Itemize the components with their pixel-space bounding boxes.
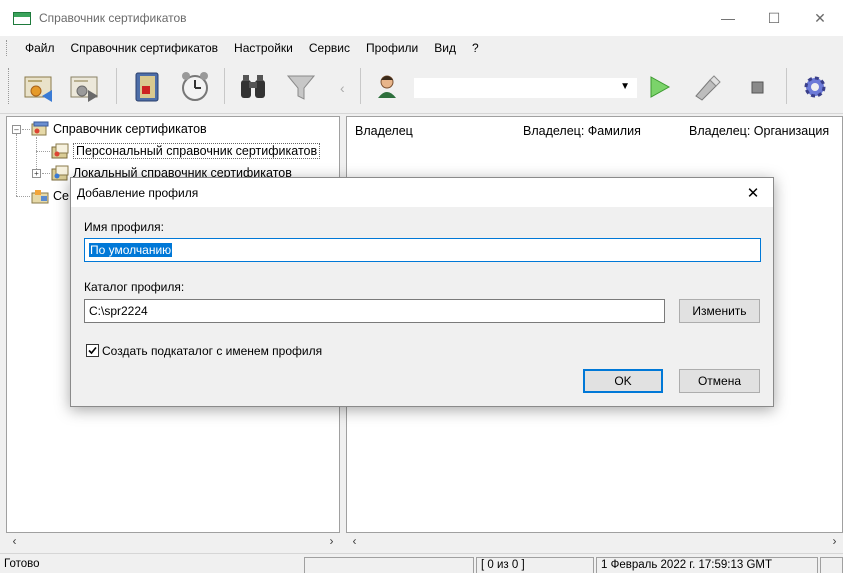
certificate-folder-icon	[51, 143, 69, 159]
status-empty-cell	[304, 557, 474, 573]
status-bar: Готово [ 0 из 0 ] 1 Февраль 2022 г. 17:5…	[0, 553, 843, 573]
tree-line	[36, 151, 50, 152]
usb-token-icon[interactable]	[688, 68, 726, 106]
menu-certificate-directory[interactable]: Справочник сертификатов	[63, 36, 227, 60]
window-titlebar: Справочник сертификатов — ☐ ✕	[0, 0, 843, 36]
tree-line	[42, 173, 50, 174]
list-horizontal-scrollbar[interactable]: ‹ ›	[346, 533, 843, 550]
close-window-button[interactable]: ✕	[797, 0, 843, 36]
app-icon	[13, 11, 31, 25]
tree-horizontal-scrollbar[interactable]: ‹ ›	[6, 533, 340, 550]
tree-line	[36, 137, 37, 173]
toolbar: ‹ ▼	[0, 60, 843, 114]
toolbar-separator	[224, 68, 225, 104]
column-header-owner[interactable]: Владелец	[347, 117, 515, 145]
checkmark-icon	[88, 346, 97, 355]
menu-file[interactable]: Файл	[17, 36, 63, 60]
tree-collapse-icon[interactable]: –	[12, 125, 21, 134]
play-icon[interactable]	[640, 68, 678, 106]
tree-expand-icon[interactable]: +	[32, 169, 41, 178]
chevron-down-icon[interactable]: ▼	[620, 81, 630, 92]
scroll-left-icon[interactable]: ‹	[6, 533, 23, 550]
status-datetime: 1 Февраль 2022 г. 17:59:13 GMT	[596, 557, 818, 573]
window-controls: — ☐ ✕	[705, 0, 843, 36]
address-book-icon[interactable]	[128, 68, 166, 106]
scroll-left-icon[interactable]: ‹	[346, 533, 363, 550]
toolbar-separator	[360, 68, 361, 104]
menu-profiles[interactable]: Профили	[358, 36, 426, 60]
tree-line	[22, 129, 30, 130]
profile-user-icon[interactable]	[370, 68, 404, 106]
add-profile-dialog: Добавление профиля ✕ Имя профиля: По умо…	[70, 177, 774, 407]
cancel-button[interactable]: Отмена	[679, 369, 760, 393]
dialog-close-button[interactable]: ✕	[733, 178, 773, 207]
create-subdir-checkbox[interactable]	[86, 344, 99, 357]
tree-item-label: Справочник сертификатов	[53, 122, 207, 136]
profile-name-input[interactable]: По умолчанию	[84, 238, 761, 262]
certificate-store-icon	[31, 121, 49, 137]
tree-item-second-root[interactable]: Се	[31, 186, 69, 206]
menu-view[interactable]: Вид	[426, 36, 464, 60]
stop-icon[interactable]	[738, 68, 776, 106]
profile-dir-input[interactable]: C:\spr2224	[84, 299, 665, 323]
tree-item-root[interactable]: Справочник сертификатов	[31, 119, 207, 139]
toolbar-grip	[8, 68, 9, 104]
profile-combobox[interactable]: ▼	[414, 78, 637, 98]
menu-grip	[6, 40, 9, 56]
binoculars-icon[interactable]	[234, 68, 272, 106]
filter-icon[interactable]	[282, 68, 320, 106]
maximize-button[interactable]: ☐	[751, 0, 797, 36]
change-dir-button[interactable]: Изменить	[679, 299, 760, 323]
settings-gear-icon[interactable]	[796, 68, 834, 106]
network-directory-icon	[31, 188, 49, 204]
certificate-export-icon[interactable]	[66, 68, 104, 106]
certificate-folder-icon	[51, 165, 69, 181]
status-extra-cell	[820, 557, 843, 573]
ok-button[interactable]: OK	[583, 369, 663, 393]
column-header-owner-organization[interactable]: Владелец: Организация	[681, 117, 843, 145]
profile-name-label: Имя профиля:	[84, 220, 164, 234]
dialog-titlebar: Добавление профиля ✕	[71, 178, 773, 207]
status-count: [ 0 из 0 ]	[476, 557, 594, 573]
tree-item-label: Се	[53, 189, 69, 203]
dialog-title: Добавление профиля	[77, 185, 199, 200]
toolbar-grip: ‹	[340, 80, 345, 96]
tree-item-personal[interactable]: Персональный справочник сертификатов	[51, 141, 321, 161]
menu-settings[interactable]: Настройки	[226, 36, 301, 60]
minimize-button[interactable]: —	[705, 0, 751, 36]
status-text: Готово	[4, 558, 40, 570]
tree-item-label: Персональный справочник сертификатов	[73, 143, 321, 159]
menu-bar: Файл Справочник сертификатов Настройки С…	[0, 36, 843, 60]
scroll-right-icon[interactable]: ›	[826, 533, 843, 550]
profile-dir-value: C:\spr2224	[89, 304, 148, 318]
create-subdir-label[interactable]: Создать подкаталог с именем профиля	[102, 344, 322, 358]
menu-service[interactable]: Сервис	[301, 36, 358, 60]
alarm-clock-icon[interactable]	[176, 68, 214, 106]
toolbar-separator	[116, 68, 117, 104]
tree-line	[16, 196, 30, 197]
profile-name-value: По умолчанию	[89, 243, 173, 257]
profile-dir-label: Каталог профиля:	[84, 280, 185, 294]
toolbar-separator	[786, 68, 787, 104]
tree-line	[16, 134, 17, 196]
certificate-import-icon[interactable]	[20, 68, 58, 106]
scroll-right-icon[interactable]: ›	[323, 533, 340, 550]
menu-help[interactable]: ?	[464, 36, 487, 60]
column-header-owner-surname[interactable]: Владелец: Фамилия	[515, 117, 681, 145]
window-title: Справочник сертификатов	[39, 11, 187, 25]
